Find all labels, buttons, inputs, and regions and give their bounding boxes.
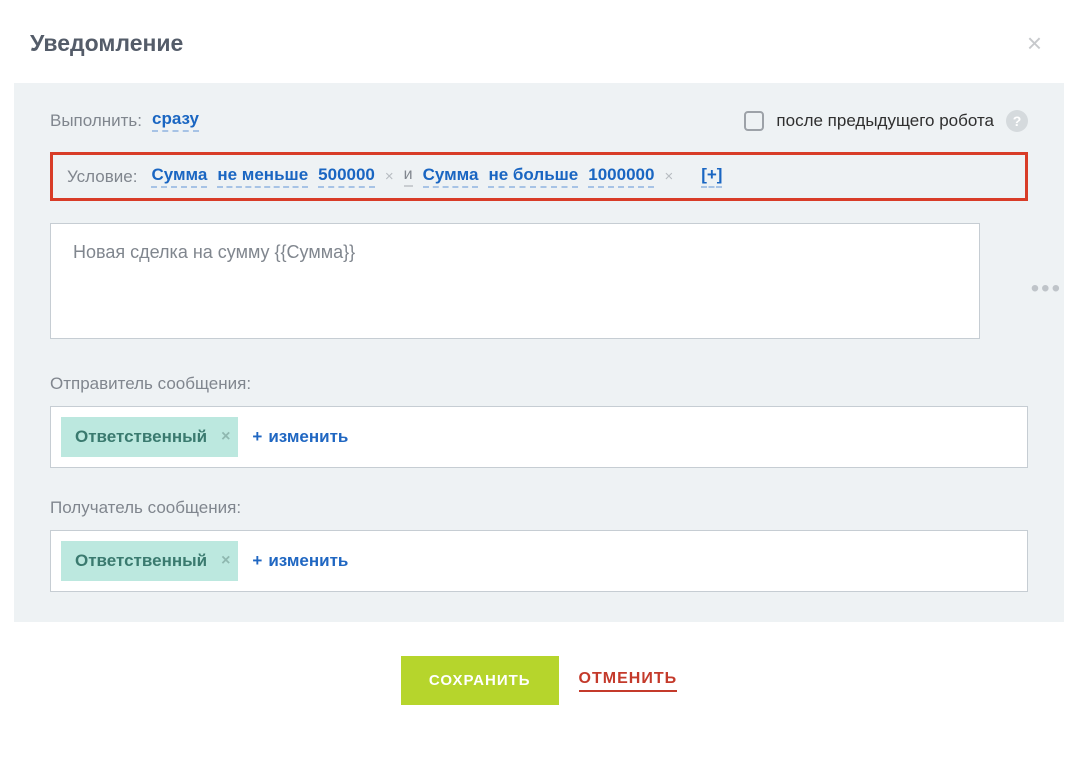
cancel-button[interactable]: ОТМЕНИТЬ — [579, 670, 678, 692]
sender-tag: Ответственный × — [61, 417, 238, 457]
condition-remove-1[interactable]: × — [664, 168, 673, 185]
sender-tag-text: Ответственный — [75, 427, 207, 447]
recipient-label: Получатель сообщения: — [50, 498, 1028, 518]
recipient-change-link[interactable]: + изменить — [252, 551, 348, 571]
condition-operator-1[interactable]: не больше — [488, 165, 578, 188]
dialog-title: Уведомление — [30, 30, 183, 57]
condition-value-1[interactable]: 1000000 — [588, 165, 654, 188]
execute-label: Выполнить: — [50, 111, 142, 131]
recipient-tag-remove-icon[interactable]: × — [221, 552, 230, 570]
condition-add-button[interactable]: [+] — [701, 165, 722, 188]
condition-joiner[interactable]: и — [404, 166, 413, 187]
condition-operator-0[interactable]: не меньше — [217, 165, 308, 188]
plus-icon: + — [252, 551, 262, 570]
save-button[interactable]: СОХРАНИТЬ — [401, 656, 559, 705]
recipient-tag: Ответственный × — [61, 541, 238, 581]
condition-label: Условие: — [67, 167, 137, 187]
close-icon[interactable]: × — [1027, 28, 1042, 59]
sender-tag-remove-icon[interactable]: × — [221, 428, 230, 446]
condition-row: Условие: Сумма не меньше 500000 × и Сумм… — [50, 152, 1028, 201]
help-icon[interactable]: ? — [1006, 110, 1028, 132]
message-wrap: Новая сделка на сумму {{Сумма}} ••• — [50, 223, 1028, 344]
recipient-change-text: изменить — [268, 551, 348, 570]
notification-dialog: Уведомление × Выполнить: сразу после пре… — [0, 0, 1078, 735]
dialog-body: Выполнить: сразу после предыдущего робот… — [14, 83, 1064, 622]
recipient-box: Ответственный × + изменить — [50, 530, 1028, 592]
sender-change-text: изменить — [268, 427, 348, 446]
condition-value-0[interactable]: 500000 — [318, 165, 375, 188]
condition-remove-0[interactable]: × — [385, 168, 394, 185]
sender-change-link[interactable]: + изменить — [252, 427, 348, 447]
after-previous-label: после предыдущего робота — [776, 111, 994, 131]
execute-row: Выполнить: сразу после предыдущего робот… — [50, 109, 1028, 132]
execute-timing-link[interactable]: сразу — [152, 109, 199, 132]
recipient-tag-text: Ответственный — [75, 551, 207, 571]
message-textarea[interactable]: Новая сделка на сумму {{Сумма}} — [50, 223, 980, 339]
after-previous-checkbox[interactable] — [744, 111, 764, 131]
dialog-header: Уведомление × — [0, 0, 1078, 83]
dialog-footer: СОХРАНИТЬ ОТМЕНИТЬ — [0, 622, 1078, 735]
condition-field-0[interactable]: Сумма — [151, 165, 207, 188]
sender-label: Отправитель сообщения: — [50, 374, 1028, 394]
more-icon[interactable]: ••• — [1031, 275, 1062, 303]
sender-box: Ответственный × + изменить — [50, 406, 1028, 468]
condition-field-1[interactable]: Сумма — [423, 165, 479, 188]
plus-icon: + — [252, 427, 262, 446]
